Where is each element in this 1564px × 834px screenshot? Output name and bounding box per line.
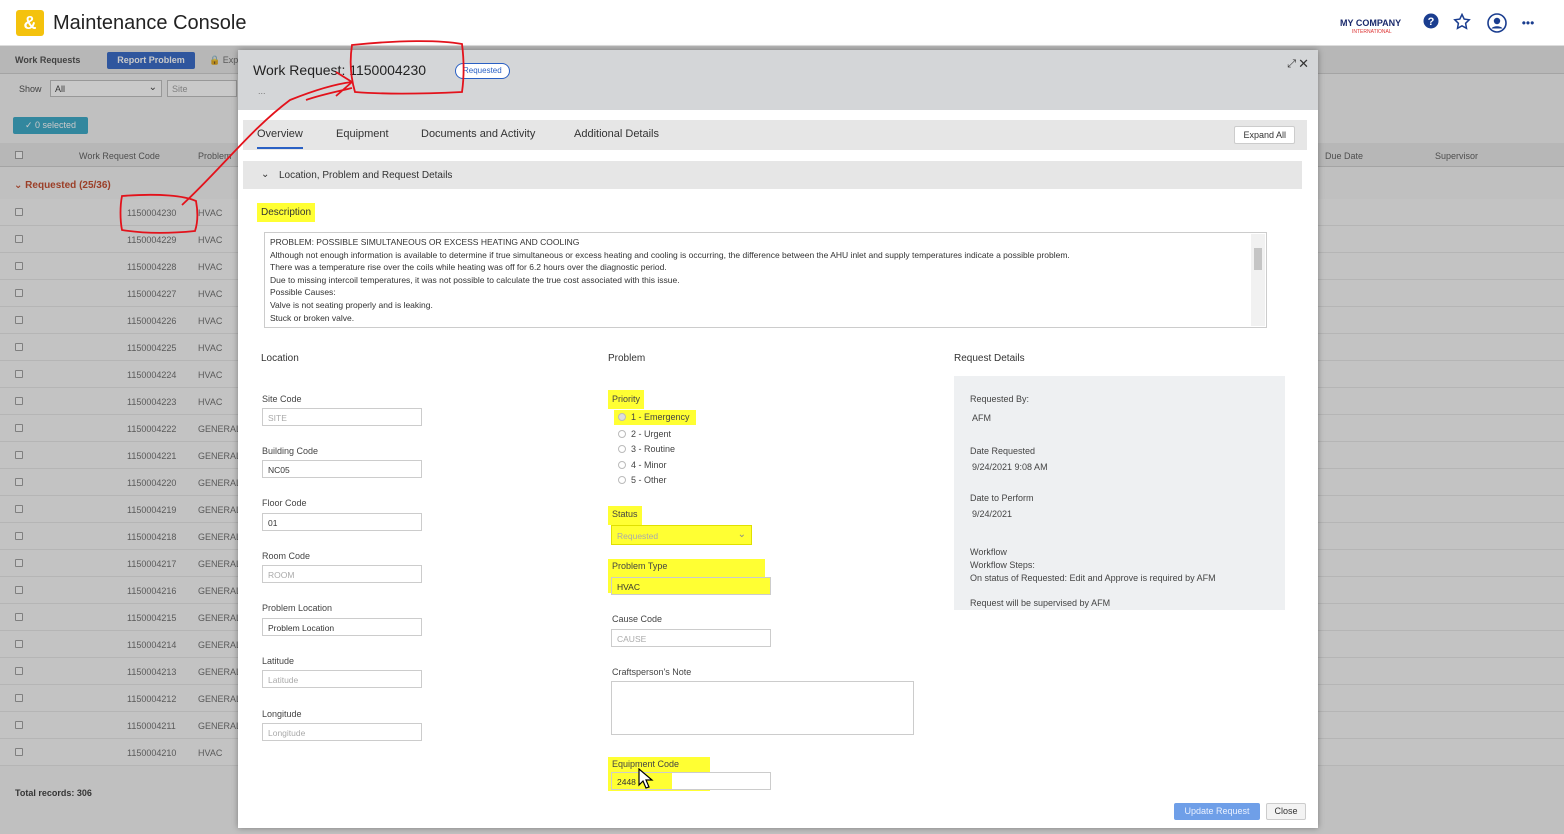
status-label: Status <box>608 506 642 525</box>
favorites-star-icon[interactable] <box>1452 12 1472 33</box>
workflow-step-2: Request will be supervised by AFM <box>970 598 1111 608</box>
radio-icon <box>618 430 626 438</box>
floor-code-label: Floor Code <box>262 498 307 508</box>
problem-location-input[interactable]: Problem Location <box>262 618 422 636</box>
requested-by-label: Requested By: <box>970 394 1030 404</box>
building-code-label: Building Code <box>262 446 319 456</box>
description-scrollbar[interactable] <box>1251 234 1265 326</box>
dialog-header: Work Request: 1150004230 Requested ... ⤢… <box>238 50 1318 110</box>
description-line: Due to missing intercoil temperatures, i… <box>270 274 680 285</box>
tab-documents-activity[interactable]: Documents and Activity <box>421 128 535 140</box>
status-value: Requested <box>617 531 659 541</box>
priority-option-label: 2 - Urgent <box>631 429 672 439</box>
room-code-label: Room Code <box>262 551 311 561</box>
room-code-input[interactable]: ROOM <box>262 565 422 583</box>
priority-option-label: 5 - Other <box>631 475 667 485</box>
user-avatar-icon[interactable] <box>1487 13 1507 33</box>
dialog-title: Work Request: 1150004230 <box>253 62 427 78</box>
description-line: Although not enough information is avail… <box>270 249 1070 260</box>
priority-option-emergency[interactable]: 1 - Emergency <box>614 410 696 425</box>
date-requested-value: 9/24/2021 9:08 AM <box>972 462 1048 472</box>
priority-option-other[interactable]: 5 - Other <box>618 475 667 485</box>
problem-type-input[interactable]: HVAC <box>611 577 771 595</box>
description-line: There was a temperature rise over the co… <box>270 262 667 273</box>
close-icon[interactable]: ✕ <box>1298 56 1309 72</box>
dialog-tabs: Overview Equipment Documents and Activit… <box>243 120 1307 150</box>
workflow-step-1: On status of Requested: Edit and Approve… <box>970 573 1216 583</box>
mouse-cursor-icon <box>638 768 654 789</box>
description-textarea[interactable]: PROBLEM: POSSIBLE SIMULTANEOUS OR EXCESS… <box>264 232 1267 328</box>
request-details-panel: Requested By: AFM Date Requested 9/24/20… <box>954 376 1285 610</box>
workflow-steps-label: Workflow Steps: <box>970 560 1035 570</box>
status-select[interactable]: Requested ⌄ <box>611 525 752 545</box>
request-details-title: Request Details <box>954 353 1025 364</box>
description-line: Stuck or broken valve. <box>270 312 355 323</box>
radio-icon <box>618 445 626 453</box>
problem-title: Problem <box>608 353 646 364</box>
longitude-label: Longitude <box>262 709 302 719</box>
craftsperson-note-textarea[interactable] <box>611 681 914 735</box>
building-code-input[interactable]: NC05 <box>262 460 422 478</box>
chevron-down-icon: ⌄ <box>261 169 270 180</box>
priority-option-label: 1 - Emergency <box>631 412 690 422</box>
cause-code-label: Cause Code <box>612 614 663 624</box>
app-logo-icon: & <box>16 10 44 36</box>
company-logo-sub: INTERNATIONAL <box>1352 29 1392 35</box>
radio-icon <box>618 413 626 421</box>
tab-additional-details[interactable]: Additional Details <box>574 128 659 140</box>
section-title: Location, Problem and Request Details <box>279 170 453 181</box>
requested-by-value: AFM <box>972 413 991 423</box>
priority-option-minor[interactable]: 4 - Minor <box>618 460 667 470</box>
craftsperson-note-label: Craftsperson's Note <box>612 667 692 677</box>
dialog-subtitle: ... <box>258 86 266 96</box>
equipment-code-input[interactable]: 2448 <box>611 772 771 790</box>
priority-option-label: 4 - Minor <box>631 460 667 470</box>
status-badge: Requested <box>455 63 510 79</box>
floor-code-input[interactable]: 01 <box>262 513 422 531</box>
longitude-input[interactable]: Longitude <box>262 723 422 741</box>
priority-option-urgent[interactable]: 2 - Urgent <box>618 429 671 439</box>
workflow-label: Workflow <box>970 547 1007 557</box>
app-title: Maintenance Console <box>53 12 247 34</box>
radio-icon <box>618 476 626 484</box>
radio-icon <box>618 461 626 469</box>
chevron-down-icon: ⌄ <box>737 529 746 540</box>
date-to-perform-label: Date to Perform <box>970 493 1034 503</box>
priority-option-routine[interactable]: 3 - Routine <box>618 444 675 454</box>
priority-option-label: 3 - Routine <box>631 444 676 454</box>
work-request-dialog: Work Request: 1150004230 Requested ... ⤢… <box>238 50 1318 828</box>
cause-code-input[interactable]: CAUSE <box>611 629 771 647</box>
description-line: Valve is not seating properly and is lea… <box>270 299 433 310</box>
more-icon[interactable]: ••• <box>1518 13 1538 33</box>
maximize-icon[interactable]: ⤢ <box>1287 58 1296 71</box>
date-requested-label: Date Requested <box>970 446 1036 456</box>
expand-all-button[interactable]: Expand All <box>1234 126 1295 144</box>
tab-overview[interactable]: Overview <box>257 128 303 149</box>
location-title: Location <box>261 353 299 364</box>
description-line: Possible Causes: <box>270 287 336 298</box>
tab-equipment[interactable]: Equipment <box>336 128 389 140</box>
problem-location-label: Problem Location <box>262 603 333 613</box>
help-icon[interactable]: ? <box>1421 13 1441 33</box>
description-label: Description <box>257 203 316 222</box>
update-request-button[interactable]: Update Request <box>1174 803 1260 820</box>
svg-text:?: ? <box>1428 16 1435 28</box>
close-button[interactable]: Close <box>1266 803 1306 820</box>
scrollbar-thumb[interactable] <box>1254 248 1262 270</box>
priority-label: Priority <box>608 390 645 409</box>
date-to-perform-value: 9/24/2021 <box>972 509 1013 519</box>
latitude-label: Latitude <box>262 656 295 666</box>
site-code-input[interactable]: SITE <box>262 408 422 426</box>
app-header: & Maintenance Console MY COMPANY INTERNA… <box>0 0 1564 46</box>
site-code-label: Site Code <box>262 394 302 404</box>
section-header[interactable]: ⌄ Location, Problem and Request Details <box>243 161 1302 189</box>
company-logo: MY COMPANY <box>1340 18 1402 28</box>
latitude-input[interactable]: Latitude <box>262 670 422 688</box>
description-line: PROBLEM: POSSIBLE SIMULTANEOUS OR EXCESS… <box>270 237 580 247</box>
